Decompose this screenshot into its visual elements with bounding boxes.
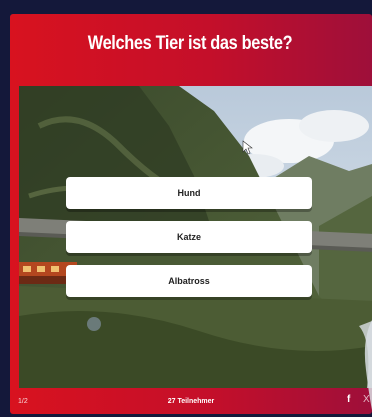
facebook-icon[interactable]: f — [347, 394, 350, 405]
quiz-question: Welches Tier ist das beste? — [87, 33, 293, 54]
quiz-card: Welches Tier ist das beste? Hund Katze A… — [10, 14, 372, 414]
answer-option-albatross[interactable]: Albatross — [66, 265, 312, 297]
quiz-embed-frame: Welches Tier ist das beste? Hund Katze A… — [0, 0, 372, 417]
answer-label: Albatross — [168, 276, 210, 286]
answer-option-hund[interactable]: Hund — [66, 177, 312, 209]
quiz-footer: 1/2 27 Teilnehmer f X — [10, 390, 372, 414]
answer-label: Katze — [176, 232, 201, 242]
answer-option-katze[interactable]: Katze — [66, 221, 312, 253]
answer-label: Hund — [177, 188, 201, 198]
participant-count: 27 Teilnehmer — [167, 398, 215, 405]
page-edge-decoration — [360, 300, 372, 417]
